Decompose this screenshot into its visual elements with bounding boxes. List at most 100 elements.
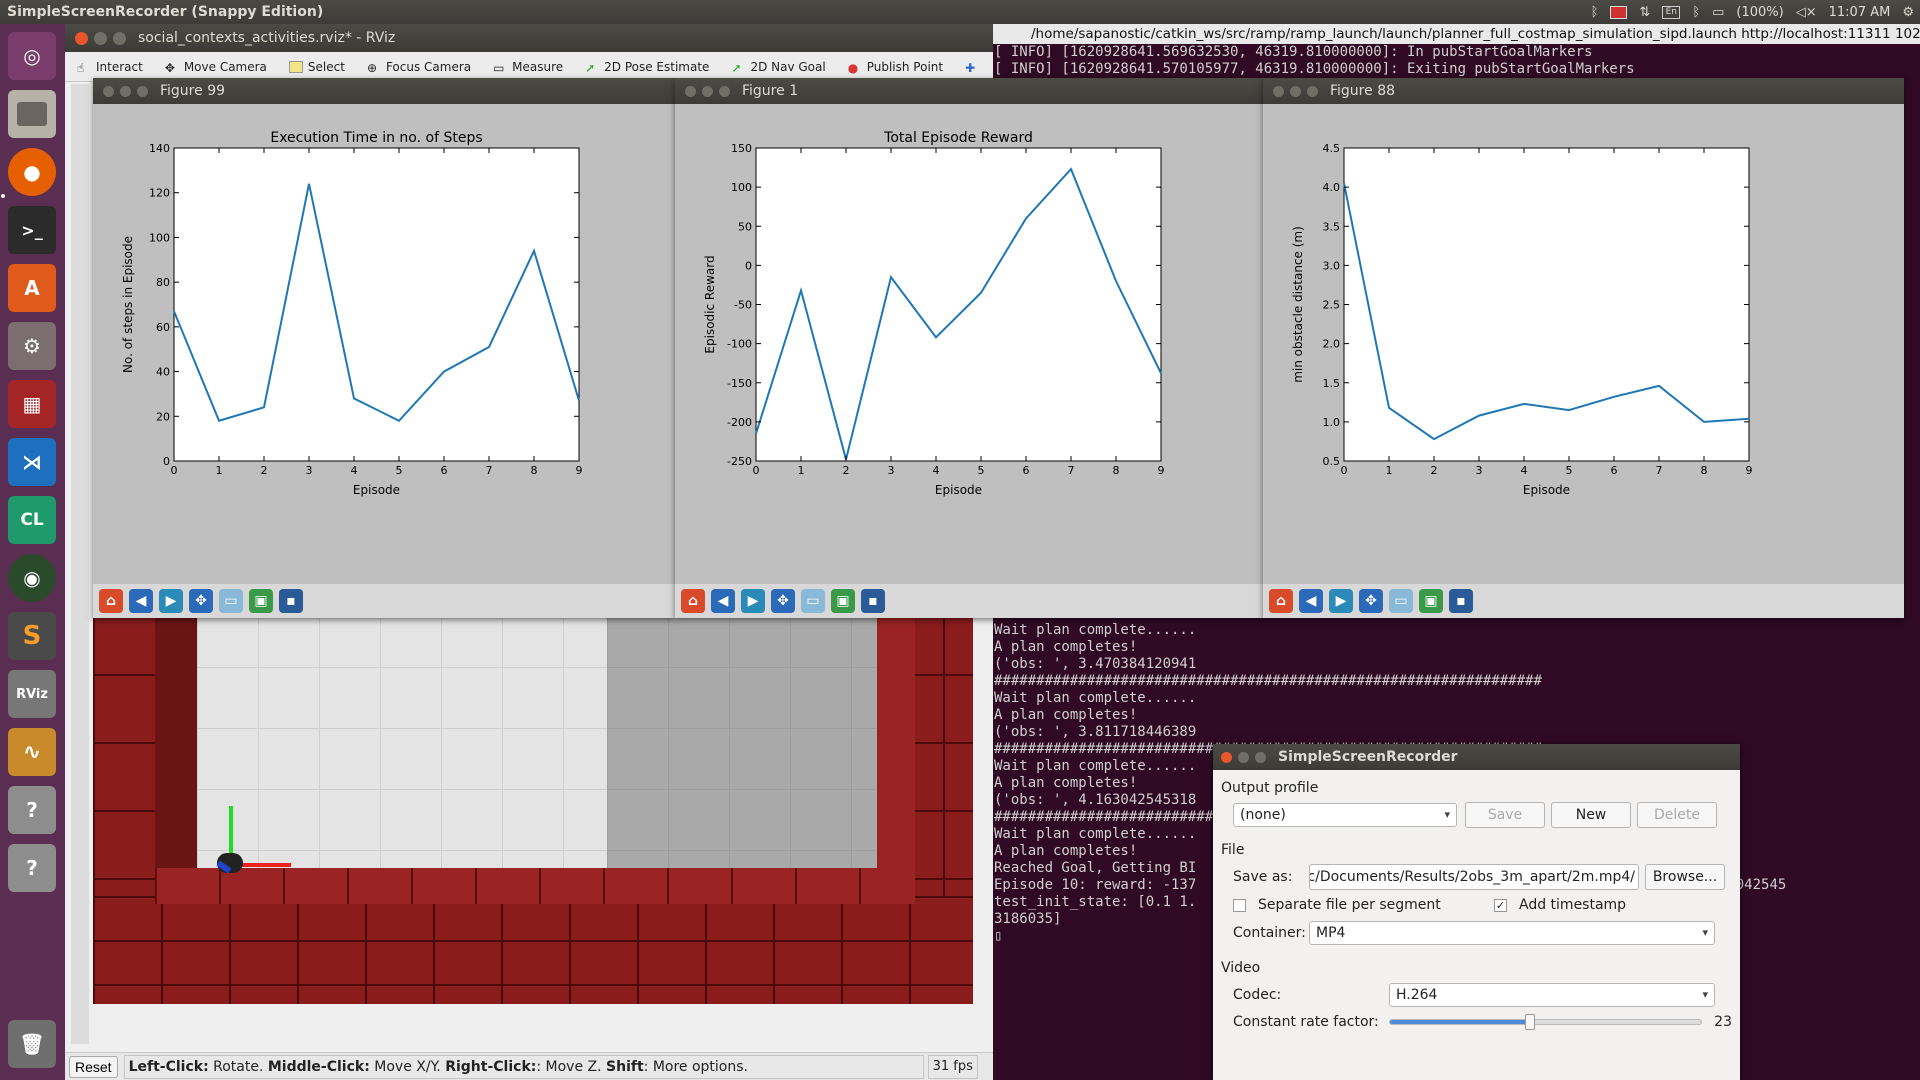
battery-percent[interactable]: (100%)	[1736, 5, 1783, 20]
y-tick-label: -250	[727, 455, 752, 468]
y-tick-label: 2.5	[1323, 299, 1341, 312]
subplots-icon[interactable]: ▣	[831, 589, 855, 613]
x-tick-label: 7	[1068, 464, 1075, 477]
maximize-icon[interactable]	[113, 31, 126, 45]
rviz-icon[interactable]: RViz	[8, 670, 56, 718]
3d-viewport[interactable]	[93, 606, 973, 1004]
forward-icon[interactable]: ▶	[741, 589, 765, 613]
firefox-icon[interactable]: ●	[8, 148, 56, 196]
terminal-icon[interactable]: >_	[8, 206, 56, 254]
volume-muted-icon[interactable]: ◁×	[1796, 5, 1817, 20]
tool-publish-point[interactable]: ● Publish Point	[847, 60, 943, 75]
minimize-icon[interactable]	[94, 31, 107, 45]
new-profile-button[interactable]: New	[1551, 802, 1631, 828]
fps-readout: 31 fps	[927, 1054, 978, 1079]
pan-icon[interactable]: ✥	[189, 589, 213, 613]
tool-focus-camera[interactable]: ⊕ Focus Camera	[367, 60, 471, 75]
y-tick-label: -150	[727, 377, 752, 390]
save-profile-button[interactable]: Save	[1465, 802, 1545, 828]
separate-file-checkbox[interactable]	[1233, 898, 1246, 912]
terminal-tab-title: /home/sapanostic/catkin_ws/src/ramp/ramp…	[993, 24, 1920, 44]
pan-icon[interactable]: ✥	[771, 589, 795, 613]
back-icon[interactable]: ◀	[129, 589, 153, 613]
minimize-icon[interactable]	[1238, 751, 1249, 763]
oscilloscope-icon[interactable]: ∿	[8, 728, 56, 776]
back-icon[interactable]: ◀	[1299, 589, 1323, 613]
pan-icon[interactable]: ✥	[1359, 589, 1383, 613]
maximize-icon[interactable]	[1307, 85, 1318, 97]
tool-move-camera[interactable]: ✥ Move Camera	[165, 60, 267, 75]
x-axis-label: Episode	[1523, 483, 1570, 497]
figure-titlebar: Figure 88	[1263, 78, 1904, 104]
crf-slider[interactable]	[1389, 1014, 1702, 1030]
container-select[interactable]: MP4	[1309, 921, 1715, 945]
minimize-icon[interactable]	[120, 85, 131, 97]
forward-icon[interactable]: ▶	[1329, 589, 1353, 613]
crf-slider-handle[interactable]	[1525, 1014, 1536, 1030]
subplots-icon[interactable]: ▣	[249, 589, 273, 613]
save-as-input[interactable]: /home/sapanostic/Documents/Results/2obs_…	[1309, 864, 1639, 890]
maximize-icon[interactable]	[719, 85, 730, 97]
sublime-text-icon[interactable]: S	[8, 612, 56, 660]
bluetooth-icon[interactable]: ᛒ	[1591, 5, 1599, 20]
minimize-icon[interactable]	[1290, 85, 1301, 97]
save-icon[interactable]: ▪	[1449, 589, 1473, 613]
home-icon[interactable]: ⌂	[681, 589, 705, 613]
home-icon[interactable]: ⌂	[99, 589, 123, 613]
minimize-icon[interactable]	[702, 85, 713, 97]
globe-icon[interactable]: ◉	[8, 554, 56, 602]
save-icon[interactable]: ▪	[861, 589, 885, 613]
zoom-icon[interactable]: ▭	[1389, 589, 1413, 613]
zoom-icon[interactable]: ▭	[801, 589, 825, 613]
map-pin-icon: ●	[847, 60, 859, 75]
reset-button[interactable]: Reset	[69, 1055, 118, 1078]
figure-titlebar: Figure 1	[675, 78, 1263, 104]
tool-2d-nav-goal[interactable]: ➚ 2D Nav Goal	[731, 60, 825, 75]
maximize-icon[interactable]	[1255, 751, 1266, 763]
tool-interact[interactable]: ☝ Interact	[77, 60, 143, 75]
vscode-icon[interactable]: ⋊	[8, 438, 56, 486]
close-icon[interactable]	[685, 85, 696, 97]
close-icon[interactable]	[1273, 85, 1284, 97]
workspace-switcher-icon[interactable]: ▦	[8, 380, 56, 428]
figure-toolbar: ⌂ ◀ ▶ ✥ ▭ ▣ ▪	[675, 584, 1263, 618]
unknown-app-icon[interactable]: ?	[8, 786, 56, 834]
recording-indicator-icon[interactable]	[1610, 5, 1628, 19]
bluetooth-icon[interactable]: ᛒ	[1692, 5, 1700, 20]
network-icon[interactable]: ⇅	[1639, 5, 1650, 20]
gear-icon[interactable]: ⚙	[1902, 5, 1914, 20]
subplots-icon[interactable]: ▣	[1419, 589, 1443, 613]
tool-2d-pose-estimate[interactable]: ➚ 2D Pose Estimate	[585, 60, 709, 75]
system-settings-icon[interactable]: ⚙	[8, 322, 56, 370]
plot-area	[1343, 147, 1750, 462]
profile-select[interactable]: (none)	[1233, 803, 1457, 827]
maximize-icon[interactable]	[137, 85, 148, 97]
unknown-app-icon[interactable]: ?	[8, 844, 56, 892]
close-icon[interactable]	[75, 31, 88, 45]
trash-icon[interactable]: 🗑	[8, 1020, 56, 1068]
side-panel-handle[interactable]	[71, 84, 89, 1044]
x-axis-label: Episode	[935, 483, 982, 497]
files-icon[interactable]	[8, 90, 56, 138]
delete-profile-button[interactable]: Delete	[1637, 802, 1717, 828]
add-timestamp-checkbox[interactable]: ✓	[1494, 898, 1507, 912]
save-icon[interactable]: ▪	[279, 589, 303, 613]
home-icon[interactable]: ⌂	[1269, 589, 1293, 613]
forward-icon[interactable]: ▶	[159, 589, 183, 613]
back-icon[interactable]: ◀	[711, 589, 735, 613]
battery-icon[interactable]: ▭	[1712, 5, 1724, 20]
codec-select[interactable]: H.264	[1389, 983, 1715, 1007]
ubuntu-dash-icon[interactable]: ◎	[8, 32, 56, 80]
tool-select[interactable]: Select	[288, 60, 345, 74]
browse-button[interactable]: Browse...	[1645, 864, 1725, 890]
zoom-icon[interactable]: ▭	[219, 589, 243, 613]
terminal-line: ########################################…	[994, 673, 1542, 689]
software-center-icon[interactable]: A	[8, 264, 56, 312]
close-icon[interactable]	[1221, 751, 1232, 763]
close-icon[interactable]	[103, 85, 114, 97]
add-tool-button[interactable]: ✚	[965, 61, 979, 75]
tool-measure[interactable]: ▭ Measure	[493, 60, 563, 75]
clock[interactable]: 11:07 AM	[1829, 5, 1891, 20]
keyboard-layout-indicator[interactable]: En	[1662, 5, 1681, 19]
clion-icon[interactable]: CL	[8, 496, 56, 544]
